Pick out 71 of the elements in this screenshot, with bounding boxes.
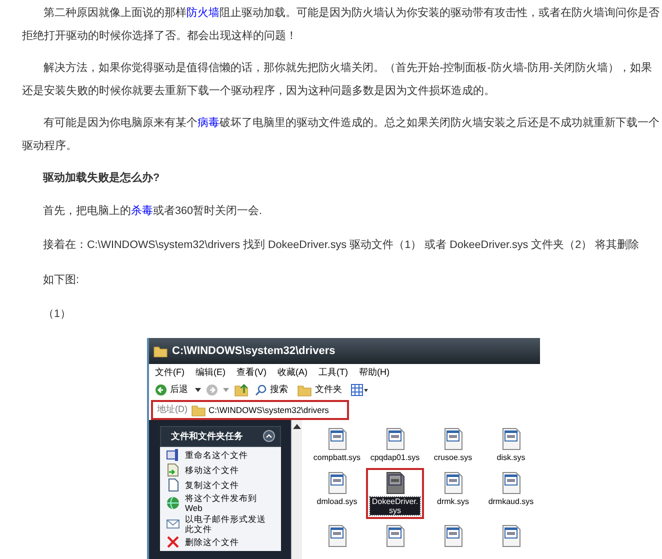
task-link[interactable]: 复制这个文件 [160, 476, 281, 492]
system-file-icon [502, 472, 520, 494]
panel-title: 文件和文件夹任务 [171, 430, 243, 442]
paragraph: 第二种原因就像上面说的那样防火墙阻止驱动加载。可能是因为防火墙认为你安装的驱动带有攻击性，或者在防火墙询问你是否拒绝打开驱动的时候你选择了否。都会出现这样的问题！ [22, 6, 660, 44]
back-button[interactable]: 后退 [153, 383, 190, 396]
system-file-icon [386, 472, 404, 494]
grid-view-icon [351, 384, 369, 396]
search-icon [255, 384, 267, 396]
dropdown-caret-icon [195, 388, 201, 392]
folders-button[interactable]: 文件夹 [295, 382, 344, 396]
envelope-icon [166, 516, 180, 530]
text-link[interactable]: 防火墙 [186, 7, 220, 19]
task-link[interactable]: 以电子邮件形式发送此文件 [160, 512, 281, 534]
folder-icon [190, 402, 206, 416]
scrollbar[interactable] [290, 420, 302, 559]
system-file-icon [328, 524, 346, 546]
system-file-icon [502, 524, 520, 546]
menu-item[interactable]: 帮助(H) [359, 366, 390, 378]
file-item[interactable]: dmload.sys [308, 468, 366, 518]
system-file-icon [444, 428, 462, 450]
file-item[interactable]: cpqdap01.sys [366, 424, 424, 466]
file-item[interactable]: drmk.sys [424, 468, 482, 518]
forward-arrow-icon [206, 384, 218, 396]
menu-item[interactable]: 收藏(A) [278, 366, 308, 378]
menu-item[interactable]: 编辑(E) [196, 366, 226, 378]
address-field[interactable]: C:\WINDOWS\system32\drivers [190, 402, 329, 416]
address-label: 地址(D) [157, 403, 188, 416]
rename-icon [166, 448, 180, 462]
section-heading: 驱动加载失败是怎么办? [42, 170, 161, 186]
folder-icon [153, 344, 168, 358]
system-file-icon [328, 428, 346, 450]
text-link[interactable]: 病毒 [198, 117, 220, 129]
delete-x-icon [166, 534, 180, 548]
file-item[interactable]: disk.sys [482, 424, 540, 466]
dropdown-caret-icon [223, 388, 229, 392]
system-file-icon [444, 472, 462, 494]
paragraph: 有可能是因为你电脑原来有某个病毒破坏了电脑里的驱动文件造成的。总之如果关闭防火墙安装之后还是不成功就重新下载一个驱动程序。 [22, 116, 660, 154]
system-file-icon [386, 428, 404, 450]
task-link[interactable]: 将这个文件发布到 Web [160, 492, 281, 512]
system-file-icon [444, 524, 462, 546]
file-item[interactable]: drmkaud.sys [482, 468, 540, 518]
up-folder-icon [234, 382, 248, 396]
paragraph: 如下图: [42, 272, 80, 288]
paragraph: （1） [42, 307, 72, 322]
text-link[interactable]: 杀毒 [131, 204, 153, 216]
collapse-icon [262, 430, 275, 442]
address-value: C:\WINDOWS\system32\drivers [208, 404, 329, 414]
system-file-icon [386, 524, 404, 546]
menu-item[interactable]: 查看(V) [236, 366, 266, 378]
system-file-icon [328, 472, 346, 494]
file-item[interactable]: DokeeDriver.sys [366, 468, 424, 518]
copy-file-icon [166, 478, 180, 492]
paragraph: 解决方法，如果你觉得驱动是值得信懒的话，那你就先把防火墙关闭。（首先开始-控制面板-防火墙-防用-关闭防火墙），如果还是安装失败的时候你就要去重新下载一个驱动程序，因为这种问题多数是因为文件损坏造成的。 [22, 60, 653, 98]
window-title: C:\WINDOWS\system32\drivers [172, 344, 336, 356]
move-file-icon [166, 462, 180, 476]
menu-item[interactable]: 工具(T) [318, 366, 348, 378]
folder-icon [297, 382, 312, 396]
scroll-up-arrow-icon [292, 424, 301, 428]
file-item[interactable]: crusoe.sys [424, 424, 482, 466]
globe-icon [166, 496, 180, 510]
menu-item[interactable]: 文件(F) [155, 366, 184, 378]
back-arrow-icon [155, 384, 167, 396]
file-item[interactable]: compbatt.sys [308, 424, 366, 466]
task-link[interactable]: 删除这个文件 [160, 534, 281, 548]
paragraph: 接着在：C:\WINDOWS\system32\drivers 找到 DokeeDriver.sys 驱动文件（1） 或者 DokeeDriver.sys 文件夹（2） 将其删除 [42, 238, 640, 253]
views-button[interactable] [349, 384, 371, 396]
paragraph: 首先，把电脑上的杀毒或者360暂时关闭一会. [42, 204, 264, 218]
search-button[interactable]: 搜索 [253, 383, 290, 396]
task-link[interactable]: 重命名这个文件 [160, 446, 281, 462]
task-link[interactable]: 移动这个文件 [160, 462, 281, 476]
system-file-icon [502, 428, 520, 450]
